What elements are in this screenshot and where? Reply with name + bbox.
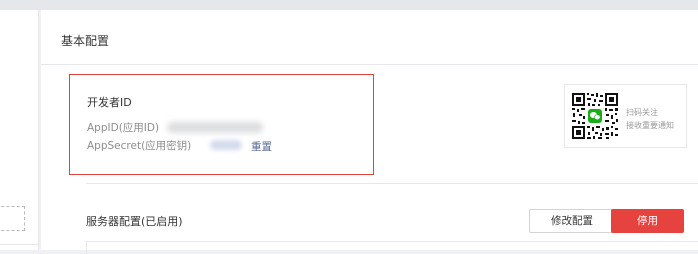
qr-caption-line-1: 扫码关注 bbox=[626, 108, 658, 117]
modify-config-button[interactable]: 修改配置 bbox=[529, 209, 615, 233]
appid-value-redacted bbox=[167, 122, 263, 133]
disable-button[interactable]: 停用 bbox=[611, 209, 684, 233]
qr-caption-line-2: 接收重要通知 bbox=[626, 121, 674, 130]
qr-card: 扫码关注 接收重要通知 bbox=[564, 84, 687, 148]
left-sidebar bbox=[0, 10, 39, 250]
sidebar-divider bbox=[0, 244, 38, 245]
title-divider bbox=[41, 64, 698, 65]
reset-link[interactable]: 重置 bbox=[251, 139, 272, 154]
developer-id-panel: 开发者ID AppID(应用ID) AppSecret(应用密钥) 重置 bbox=[69, 74, 374, 175]
server-config-table bbox=[86, 241, 698, 254]
developer-id-heading: 开发者ID bbox=[87, 96, 132, 109]
appsecret-label: AppSecret(应用密钥) bbox=[87, 140, 192, 152]
server-config-title: 服务器配置(已启用) bbox=[86, 215, 183, 228]
section-divider bbox=[86, 183, 698, 184]
main-panel: 基本配置 开发者ID AppID(应用ID) AppSecret(应用密钥) 重… bbox=[41, 10, 698, 254]
upload-placeholder[interactable] bbox=[0, 206, 25, 231]
top-bar bbox=[0, 0, 698, 10]
appsecret-link-redacted[interactable] bbox=[210, 140, 242, 150]
qr-code bbox=[571, 92, 619, 140]
page-title: 基本配置 bbox=[61, 34, 110, 48]
appid-label: AppID(应用ID) bbox=[87, 122, 160, 134]
